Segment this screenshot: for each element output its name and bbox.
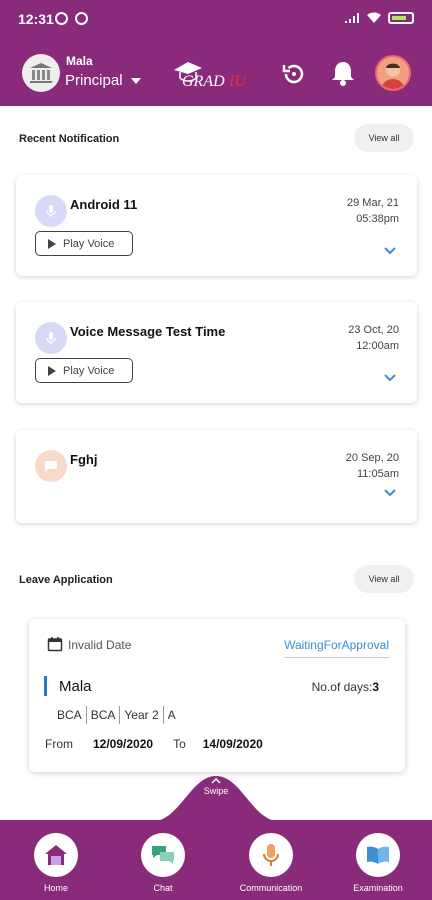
- mic-icon: [35, 322, 67, 354]
- accent-bar: [44, 676, 47, 696]
- tag-year: Year 2: [119, 706, 162, 724]
- play-voice-label: Play Voice: [63, 364, 115, 377]
- swipe-handle[interactable]: Swipe: [196, 778, 236, 796]
- system-icons: [344, 12, 414, 24]
- notification-title: Fghj: [70, 452, 98, 467]
- play-voice-button[interactable]: Play Voice: [35, 231, 133, 256]
- leave-view-all-button[interactable]: View all: [354, 565, 414, 593]
- swipe-label: Swipe: [203, 786, 229, 796]
- chevron-down-icon[interactable]: [383, 488, 397, 498]
- mic-icon: [35, 195, 67, 227]
- status-time: 12:31: [18, 11, 54, 27]
- notification-app-icon-2: [75, 12, 88, 25]
- leave-dates: From 12/09/2020 To 14/09/2020: [45, 737, 263, 751]
- nav-home-label: Home: [43, 883, 68, 893]
- leave-status[interactable]: WaitingForApproval: [284, 638, 389, 658]
- notification-date-day: 23 Oct, 20: [348, 324, 399, 336]
- bell-icon[interactable]: [329, 58, 357, 88]
- message-icon: [35, 450, 67, 482]
- chevron-up-icon: [211, 778, 221, 784]
- notification-date-time: 11:05am: [357, 468, 399, 480]
- notification-card[interactable]: Fghj 20 Sep, 20 11:05am: [16, 430, 417, 523]
- signal-icon: [345, 13, 359, 23]
- notifications-view-all-button[interactable]: View all: [354, 124, 414, 152]
- history-icon[interactable]: [280, 60, 308, 88]
- from-label: From: [45, 737, 73, 751]
- notification-card[interactable]: Voice Message Test Time 23 Oct, 20 12:00…: [16, 302, 417, 403]
- days-count: No.of days:3: [312, 680, 379, 694]
- notification-date-day: 20 Sep, 20: [345, 452, 399, 464]
- play-icon: [48, 365, 56, 376]
- person-icon: [381, 63, 405, 89]
- app-bar: Mala Principal GRAD IU: [0, 46, 432, 102]
- tag-department: BCA: [85, 706, 120, 724]
- chat-icon: [152, 846, 174, 864]
- chevron-down-icon[interactable]: [383, 373, 397, 383]
- logo-accent: IU: [228, 73, 247, 90]
- building-icon: [30, 63, 52, 83]
- nav-examination-circle: [356, 833, 400, 877]
- play-voice-button[interactable]: Play Voice: [35, 358, 133, 383]
- notification-date: 23 Oct, 20 12:00am: [348, 322, 399, 354]
- nav-examination-label: Examination: [353, 883, 403, 893]
- notification-date-time: 05:38pm: [356, 213, 399, 225]
- notification-date: 20 Sep, 20 11:05am: [346, 450, 399, 482]
- wifi-icon: [367, 12, 381, 23]
- from-date: 12/09/2020: [93, 737, 154, 751]
- status-bar: 12:31: [0, 0, 432, 38]
- notification-date-day: 29 Mar, 21: [347, 197, 399, 209]
- role-label: Principal: [65, 72, 123, 89]
- recent-notification-title: Recent Notification: [19, 133, 120, 145]
- leave-card[interactable]: Invalid Date WaitingForApproval Mala No.…: [29, 619, 405, 772]
- tag-course: BCA: [57, 708, 82, 722]
- institution-avatar[interactable]: [22, 54, 60, 92]
- play-voice-label: Play Voice: [63, 237, 115, 250]
- user-name: Mala: [66, 54, 93, 68]
- days-label: No.of days:: [311, 680, 373, 694]
- profile-avatar[interactable]: [375, 55, 411, 91]
- nav-home-circle: [34, 833, 78, 877]
- to-date: 14/09/2020: [202, 737, 263, 751]
- chevron-down-icon: [130, 77, 141, 84]
- nav-communication-label: Communication: [239, 883, 303, 893]
- nav-chat-label: Chat: [153, 883, 173, 893]
- nav-examination[interactable]: Examination: [333, 833, 423, 893]
- book-icon: [367, 846, 389, 864]
- notification-title: Android 11: [70, 197, 138, 212]
- class-tags: BCA BCA Year 2 A: [57, 706, 180, 724]
- notification-card[interactable]: Android 11 29 Mar, 21 05:38pm Play Voice: [16, 175, 417, 276]
- notification-date: 29 Mar, 21 05:38pm: [347, 195, 399, 227]
- nav-chat-circle: [141, 833, 185, 877]
- days-value: 3: [372, 680, 379, 694]
- notification-app-icon: [55, 12, 68, 25]
- applicant-name: Mala: [59, 678, 92, 695]
- nav-chat[interactable]: Chat: [118, 833, 208, 893]
- calendar-icon: [47, 637, 63, 652]
- tag-section: A: [162, 706, 180, 724]
- notification-title: Voice Message Test Time: [70, 324, 226, 339]
- to-label: To: [173, 737, 186, 751]
- leave-application-title: Leave Application: [19, 574, 113, 586]
- logo-text: GRAD: [182, 73, 225, 90]
- play-icon: [48, 238, 56, 249]
- mic-icon: [263, 844, 279, 866]
- chevron-down-icon[interactable]: [383, 246, 397, 256]
- nav-home[interactable]: Home: [11, 833, 101, 893]
- app-header: 12:31 Mala Principal GRAD IU: [0, 0, 432, 106]
- leave-date: Invalid Date: [68, 638, 132, 652]
- home-icon: [45, 845, 67, 865]
- gradiu-logo: GRAD IU: [174, 62, 247, 90]
- nav-communication-circle: [249, 833, 293, 877]
- nav-communication[interactable]: Communication: [226, 833, 316, 893]
- role-dropdown[interactable]: Principal: [65, 72, 141, 89]
- battery-icon: [388, 12, 414, 24]
- notification-date-time: 12:00am: [356, 340, 399, 352]
